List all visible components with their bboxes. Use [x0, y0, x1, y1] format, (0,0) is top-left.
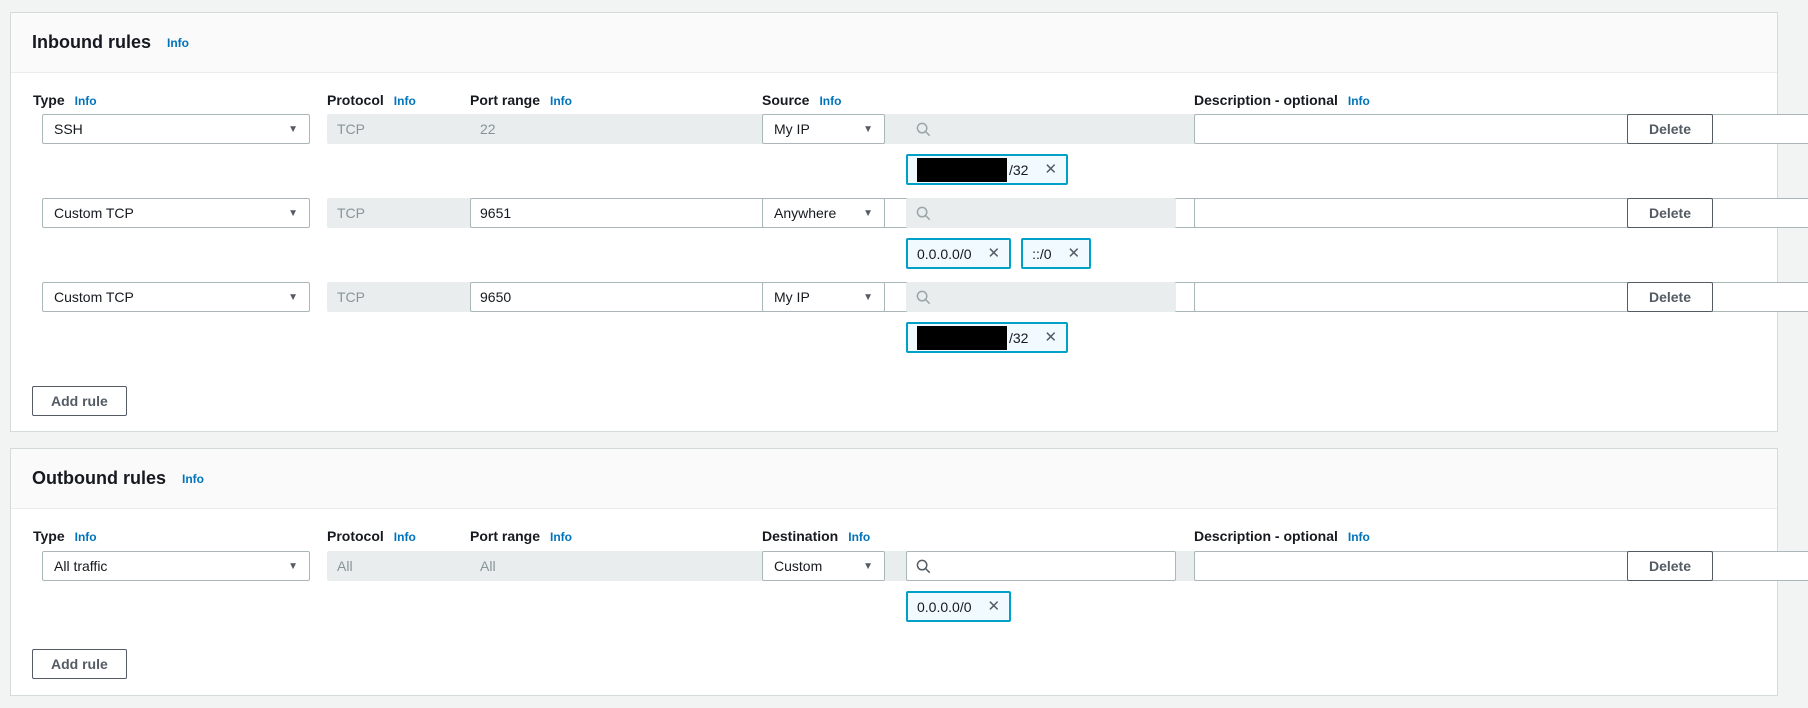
type-column-header: TypeInfo: [33, 528, 97, 544]
description-input[interactable]: [1194, 282, 1808, 312]
remove-token-icon[interactable]: ✕: [988, 246, 1001, 261]
delete-rule-button[interactable]: Delete: [1627, 114, 1713, 144]
delete-rule-button[interactable]: Delete: [1627, 551, 1713, 581]
cidr-token: 0.0.0.0/0 ✕: [906, 238, 1011, 269]
cidr-token: /32 ✕: [906, 322, 1068, 353]
redacted-ip: [917, 326, 1007, 350]
port-range-column-header: Port rangeInfo: [470, 528, 572, 544]
remove-token-icon[interactable]: ✕: [1044, 330, 1057, 345]
remove-token-icon[interactable]: ✕: [1068, 246, 1081, 261]
port-range-info-link[interactable]: Info: [550, 94, 572, 108]
type-select[interactable]: All traffic ▼: [42, 551, 310, 581]
redacted-ip: [917, 158, 1007, 182]
type-select[interactable]: SSH ▼: [42, 114, 310, 144]
search-icon: [916, 559, 931, 574]
description-input[interactable]: [1194, 551, 1808, 581]
type-column-header: TypeInfo: [33, 92, 97, 108]
search-icon: [916, 122, 931, 137]
description-input[interactable]: [1194, 198, 1808, 228]
port-range-info-link[interactable]: Info: [550, 530, 572, 544]
search-icon: [916, 290, 931, 305]
outbound-rules-info-link[interactable]: Info: [182, 472, 204, 486]
source-select[interactable]: My IP ▼: [762, 282, 885, 312]
description-input[interactable]: [1194, 114, 1808, 144]
destination-token-row: 0.0.0.0/0 ✕: [906, 591, 1011, 622]
source-column-header: SourceInfo: [762, 92, 841, 108]
source-token-row: /32 ✕: [906, 154, 1068, 185]
destination-select[interactable]: Custom ▼: [762, 551, 885, 581]
delete-rule-button[interactable]: Delete: [1627, 282, 1713, 312]
inbound-rules-header: Inbound rules Info: [11, 13, 1777, 73]
type-select[interactable]: Custom TCP ▼: [42, 282, 310, 312]
outbound-rules-panel: Outbound rules Info TypeInfo ProtocolInf…: [10, 448, 1778, 696]
protocol-info-link[interactable]: Info: [394, 530, 416, 544]
protocol-column-header: ProtocolInfo: [327, 528, 416, 544]
chevron-down-icon: ▼: [288, 561, 298, 572]
chevron-down-icon: ▼: [288, 208, 298, 219]
chevron-down-icon: ▼: [863, 208, 873, 219]
search-icon: [916, 206, 931, 221]
source-token-row: /32 ✕: [906, 322, 1068, 353]
description-column-header: Description - optionalInfo: [1194, 92, 1370, 108]
remove-token-icon[interactable]: ✕: [988, 599, 1001, 614]
inbound-rules-title: Inbound rules: [32, 32, 151, 53]
source-search-input: [906, 198, 1176, 228]
destination-column-header: DestinationInfo: [762, 528, 870, 544]
protocol-info-link[interactable]: Info: [394, 94, 416, 108]
delete-rule-button[interactable]: Delete: [1627, 198, 1713, 228]
description-info-link[interactable]: Info: [1348, 94, 1370, 108]
cidr-token: /32 ✕: [906, 154, 1068, 185]
source-info-link[interactable]: Info: [819, 94, 841, 108]
description-info-link[interactable]: Info: [1348, 530, 1370, 544]
destination-search-input[interactable]: [906, 551, 1176, 581]
description-column-header: Description - optionalInfo: [1194, 528, 1370, 544]
protocol-column-header: ProtocolInfo: [327, 92, 416, 108]
chevron-down-icon: ▼: [863, 561, 873, 572]
remove-token-icon[interactable]: ✕: [1044, 162, 1057, 177]
source-search-input: [906, 114, 1176, 144]
inbound-rules-info-link[interactable]: Info: [167, 36, 189, 50]
outbound-rules-title: Outbound rules: [32, 468, 166, 489]
source-token-row: 0.0.0.0/0 ✕ ::/0 ✕: [906, 238, 1091, 269]
chevron-down-icon: ▼: [288, 292, 298, 303]
type-info-link[interactable]: Info: [75, 94, 97, 108]
cidr-token: 0.0.0.0/0 ✕: [906, 591, 1011, 622]
add-rule-button[interactable]: Add rule: [32, 386, 127, 416]
inbound-rules-panel: Inbound rules Info TypeInfo ProtocolInfo…: [10, 12, 1778, 432]
add-rule-button[interactable]: Add rule: [32, 649, 127, 679]
chevron-down-icon: ▼: [863, 124, 873, 135]
destination-info-link[interactable]: Info: [848, 530, 870, 544]
type-info-link[interactable]: Info: [75, 530, 97, 544]
source-select[interactable]: Anywhere ▼: [762, 198, 885, 228]
cidr-token: ::/0 ✕: [1021, 238, 1091, 269]
source-search-input: [906, 282, 1176, 312]
source-select[interactable]: My IP ▼: [762, 114, 885, 144]
outbound-rules-header: Outbound rules Info: [11, 449, 1777, 509]
port-range-column-header: Port rangeInfo: [470, 92, 572, 108]
type-select[interactable]: Custom TCP ▼: [42, 198, 310, 228]
chevron-down-icon: ▼: [288, 124, 298, 135]
chevron-down-icon: ▼: [863, 292, 873, 303]
